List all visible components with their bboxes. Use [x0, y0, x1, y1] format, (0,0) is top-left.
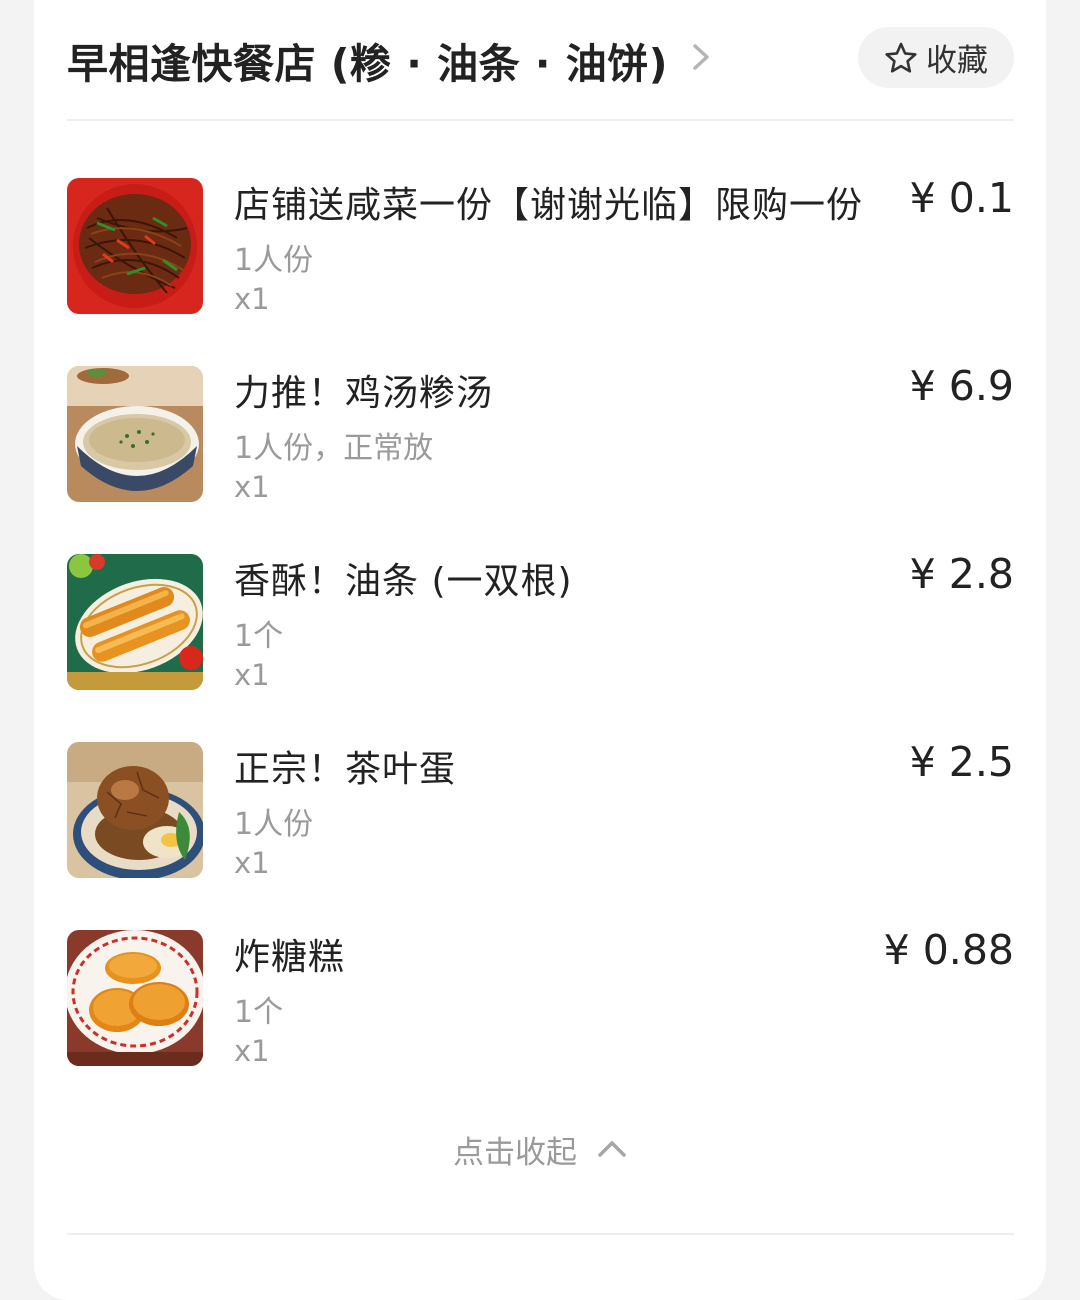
item-price: ¥ 6.9 [909, 362, 1014, 410]
item-image-fried-dough-sticks [67, 554, 203, 690]
item-spec: 1人份 [234, 807, 314, 842]
item-price: ¥ 2.8 [909, 550, 1014, 598]
item-price: ¥ 0.1 [909, 174, 1014, 222]
order-item[interactable]: 正宗！茶叶蛋 1人份 x1 ¥ 2.5 [67, 738, 1014, 882]
item-image-fried-sugar-cakes [67, 930, 203, 1066]
collapse-label: 点击收起 [453, 1134, 577, 1171]
order-item[interactable]: 店铺送咸菜一份【谢谢光临】限购一份 1人份 x1 ¥ 0.1 [67, 174, 1014, 318]
footer-divider [67, 1233, 1014, 1235]
item-price: ¥ 0.88 [883, 926, 1014, 974]
item-quantity: x1 [234, 470, 270, 504]
item-quantity: x1 [234, 282, 270, 316]
order-item[interactable]: 力推！鸡汤糁汤 1人份，正常放 x1 ¥ 6.9 [67, 362, 1014, 506]
order-item[interactable]: 香酥！油条 (一双根) 1个 x1 ¥ 2.8 [67, 550, 1014, 694]
favorite-label: 收藏 [926, 43, 988, 79]
item-spec: 1人份 [234, 243, 314, 278]
tea-egg-icon [67, 742, 203, 878]
shop-header: 早相逢快餐店 (糁 · 油条 · 油饼) 收藏 [34, 0, 1046, 120]
favorite-button[interactable]: 收藏 [858, 27, 1014, 88]
chevron-up-icon [598, 1141, 626, 1157]
item-quantity: x1 [234, 1034, 270, 1068]
item-spec: 1个 [234, 995, 284, 1030]
item-name: 店铺送咸菜一份【谢谢光临】限购一份 [234, 185, 864, 226]
item-name: 炸糖糕 [234, 937, 346, 978]
header-divider [67, 119, 1014, 121]
order-card: 早相逢快餐店 (糁 · 油条 · 油饼) 收藏 店铺送咸菜一份【谢谢光临】限购一… [34, 0, 1046, 1300]
item-quantity: x1 [234, 846, 270, 880]
order-item[interactable]: 炸糖糕 1个 x1 ¥ 0.88 [67, 926, 1014, 1070]
item-name: 正宗！茶叶蛋 [234, 749, 457, 790]
fried-sugar-cakes-icon [67, 930, 203, 1066]
soup-bowl-icon [67, 366, 203, 502]
collapse-toggle[interactable]: 点击收起 [34, 1124, 1046, 1174]
item-name: 香酥！油条 (一双根) [234, 561, 573, 602]
item-image-pickled-vegetables [67, 178, 203, 314]
item-quantity: x1 [234, 658, 270, 692]
item-image-tea-egg [67, 742, 203, 878]
item-image-soup-bowl [67, 366, 203, 502]
chevron-right-icon[interactable] [688, 40, 714, 74]
item-price: ¥ 2.5 [909, 738, 1014, 786]
pickled-vegetables-icon [67, 178, 203, 314]
star-icon [885, 42, 917, 73]
item-name: 力推！鸡汤糁汤 [234, 373, 494, 414]
item-spec: 1个 [234, 619, 284, 654]
fried-dough-sticks-icon [67, 554, 203, 690]
item-spec: 1人份，正常放 [234, 431, 434, 466]
shop-name[interactable]: 早相逢快餐店 (糁 · 油条 · 油饼) [67, 30, 668, 90]
